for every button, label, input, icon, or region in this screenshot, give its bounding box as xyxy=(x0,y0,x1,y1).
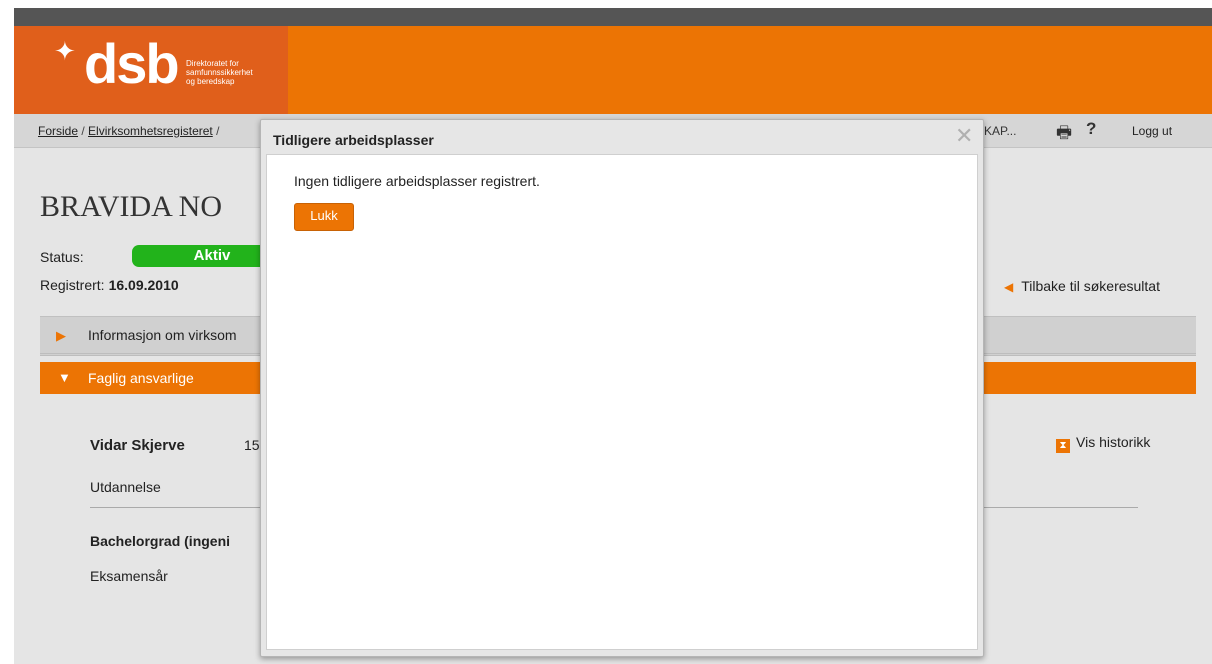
dsb-logo[interactable]: ✦ dsb Direktoratet for samfunnssikkerhet… xyxy=(14,26,288,114)
degree-title: Bachelorgrad (ingeni xyxy=(90,533,231,549)
dialog-message: Ingen tidligere arbeidsplasser registrer… xyxy=(294,173,540,189)
back-to-results-link[interactable]: ◀ Tilbake til søkeresultat xyxy=(1004,278,1160,294)
print-icon[interactable]: 🖶 xyxy=(1056,120,1072,149)
logo-tagline: Direktoratet for samfunnssikkerhet og be… xyxy=(186,59,253,86)
help-icon[interactable]: ? xyxy=(1086,119,1096,139)
dsb-star-icon: ✦ xyxy=(54,36,76,66)
page-title: BRAVIDA NO xyxy=(40,190,222,223)
close-button[interactable]: Lukk xyxy=(294,203,354,231)
dialog-body: Ingen tidligere arbeidsplasser registrer… xyxy=(266,154,978,650)
section-info-label: Informasjon om virksom xyxy=(88,327,237,343)
arrow-down-icon: ▼ xyxy=(58,370,71,385)
person-name: Vidar Skjerve xyxy=(90,437,185,454)
section-faglig-label: Faglig ansvarlige xyxy=(88,370,194,386)
hourglass-icon: ⧗ xyxy=(1056,439,1070,453)
education-label: Utdannelse xyxy=(90,479,161,495)
exam-year-label: Eksamensår xyxy=(90,568,168,584)
status-label: Status: xyxy=(40,249,84,265)
arrow-left-icon: ◀ xyxy=(1004,280,1014,294)
top-strip xyxy=(14,8,1212,26)
breadcrumb-forside[interactable]: Forside xyxy=(38,124,78,138)
breadcrumb: Forside / Elvirksomhetsregisteret / xyxy=(38,124,220,138)
view-history-link[interactable]: ⧗ Vis historikk xyxy=(1056,434,1150,453)
breadcrumb-elvirksomhetsregisteret[interactable]: Elvirksomhetsregisteret xyxy=(88,124,213,138)
person-number: 15 xyxy=(244,437,260,453)
registered-row: Registrert: 16.09.2010 xyxy=(40,277,179,293)
dialog-title: Tidligere arbeidsplasser xyxy=(273,132,434,148)
arrow-right-icon: ▶ xyxy=(56,328,66,343)
logout-link[interactable]: Logg ut xyxy=(1132,124,1172,138)
site-header: ✦ dsb Direktoratet for samfunnssikkerhet… xyxy=(14,26,1212,114)
previous-workplaces-dialog: Tidligere arbeidsplasser ✕ Ingen tidlige… xyxy=(260,119,984,657)
logo-text: dsb xyxy=(84,32,180,95)
breadcrumb-truncated-item: KAP... xyxy=(984,124,1017,138)
registered-date: 16.09.2010 xyxy=(108,277,179,293)
close-icon[interactable]: ✕ xyxy=(955,125,973,147)
